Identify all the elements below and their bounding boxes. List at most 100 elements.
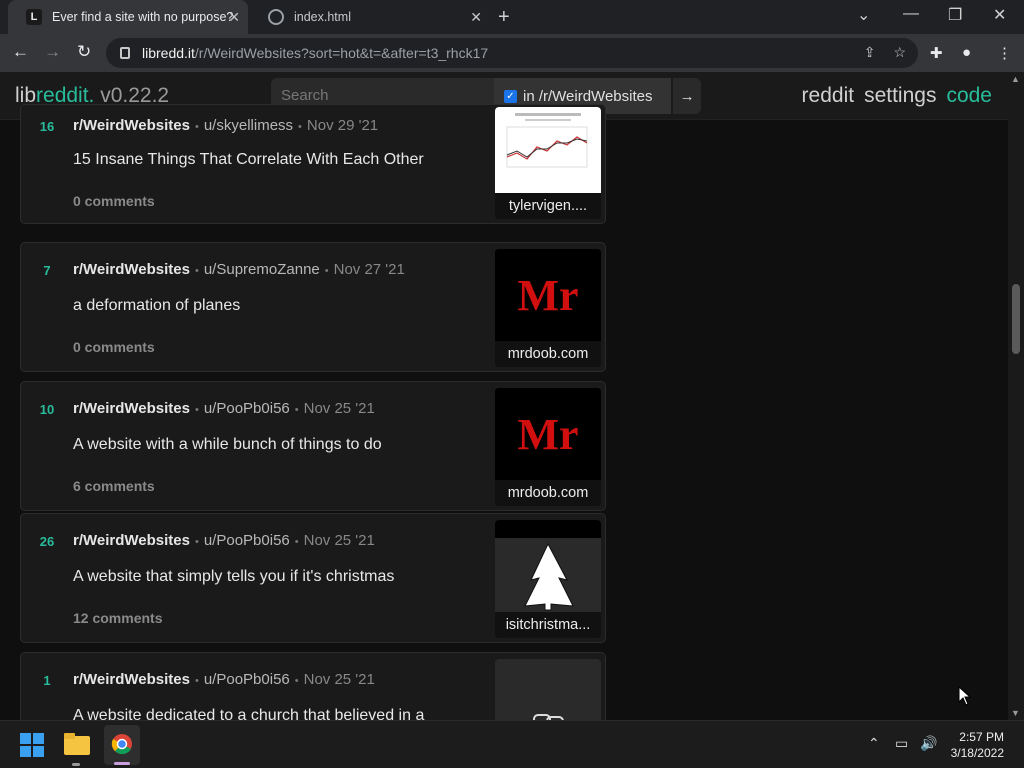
profile-icon[interactable]: ● (962, 44, 971, 61)
post-subreddit[interactable]: r/WeirdWebsites (73, 532, 190, 549)
post-comments[interactable]: 6 comments (73, 478, 155, 494)
url-domain: libredd.it (142, 45, 195, 61)
separator-dot: • (194, 536, 199, 548)
post-score: 16 (39, 119, 55, 134)
chart-thumbnail-image (495, 107, 601, 193)
new-tab-button[interactable]: + (498, 6, 510, 29)
post-subreddit[interactable]: r/WeirdWebsites (73, 671, 190, 688)
clock-time: 2:57 PM (959, 730, 1004, 744)
checkbox-checked-icon[interactable]: ✓ (503, 89, 517, 103)
separator-dot: • (194, 121, 199, 133)
thumbnail-domain: isitchristma... (495, 612, 601, 638)
separator-dot: • (294, 404, 299, 416)
mrdoob-logo-icon: Mr (495, 249, 601, 341)
close-tab-icon[interactable]: ✕ (228, 9, 240, 26)
bookmark-star-icon[interactable]: ☆ (893, 44, 906, 61)
post-thumbnail[interactable]: tylervigen.... (495, 107, 601, 219)
restore-button[interactable]: ❐ (948, 5, 962, 25)
windows-start-icon[interactable] (20, 733, 44, 757)
restrict-label: in /r/WeirdWebsites (522, 87, 653, 105)
post-score: 26 (39, 534, 55, 549)
tab-inactive[interactable]: index.html ✕ (250, 0, 490, 34)
link-icon (533, 714, 564, 720)
post-author[interactable]: u/SupremoZanne (204, 261, 320, 278)
post-card: 26 r/WeirdWebsites • u/PooPb0i56 • Nov 25 '2… (20, 513, 606, 643)
post-date: Nov 27 '21 (333, 261, 405, 278)
post-title[interactable]: 15 Insane Things That Correlate With Eac… (73, 151, 424, 169)
post-title[interactable]: A website dedicated to a church that bel… (73, 707, 424, 720)
network-icon[interactable]: ▭ (895, 735, 908, 752)
menu-icon[interactable]: ⋮ (997, 44, 1012, 62)
reddit-link[interactable]: reddit (802, 84, 855, 108)
extensions-icon[interactable]: ✚ (930, 44, 943, 62)
reload-button[interactable]: ↻ (77, 42, 91, 62)
tab-title: Ever find a site with no purpose? (52, 10, 234, 24)
thumbnail-domain: tylervigen.... (495, 193, 601, 219)
running-indicator (72, 763, 80, 766)
post-card: 1 r/WeirdWebsites • u/PooPb0i56 • Nov 25 '21… (20, 652, 606, 720)
code-link[interactable]: code (946, 84, 992, 108)
url-path: /r/WeirdWebsites?sort=hot&t=&after=t3_rh… (194, 45, 489, 61)
post-author[interactable]: u/PooPb0i56 (204, 532, 290, 549)
post-thumbnail[interactable]: isitchristma... (495, 520, 601, 638)
post-score: 10 (39, 402, 55, 417)
share-icon[interactable]: ⇪ (864, 44, 876, 61)
window-close-button[interactable]: ✕ (993, 5, 1006, 25)
post-date: Nov 25 '21 (303, 671, 375, 688)
post-author[interactable]: u/skyellimess (204, 117, 293, 134)
post-comments[interactable]: 0 comments (73, 193, 155, 209)
file-explorer-icon[interactable] (64, 733, 90, 755)
minimize-button[interactable]: — (903, 5, 919, 23)
clock-date: 3/18/2022 (950, 746, 1004, 760)
scrollbar-thumb[interactable] (1012, 284, 1020, 354)
separator-dot: • (194, 265, 199, 277)
post-thumbnail[interactable]: Mr mrdoob.com (495, 249, 601, 367)
forward-button[interactable]: → (44, 42, 61, 62)
separator-dot: • (194, 675, 199, 687)
thumbnail-domain: mrdoob.com (495, 480, 601, 506)
post-comments[interactable]: 12 comments (73, 610, 162, 626)
close-tab-icon[interactable]: ✕ (470, 9, 482, 26)
post-date: Nov 25 '21 (303, 400, 375, 417)
scroll-down-icon[interactable]: ▼ (1011, 708, 1020, 718)
system-clock[interactable]: 2:57 PM 3/18/2022 (951, 729, 1004, 761)
volume-icon[interactable]: 🔊 (920, 735, 937, 752)
post-subreddit[interactable]: r/WeirdWebsites (73, 117, 190, 134)
post-thumbnail[interactable] (495, 659, 601, 720)
post-subreddit[interactable]: r/WeirdWebsites (73, 261, 190, 278)
header-links: reddit settings code (802, 84, 992, 108)
post-title[interactable]: a deformation of planes (73, 297, 240, 315)
chrome-taskbar-button[interactable] (104, 725, 140, 765)
back-button[interactable]: ← (12, 42, 29, 62)
settings-link[interactable]: settings (864, 84, 936, 108)
post-title[interactable]: A website with a while bunch of things t… (73, 436, 382, 454)
browser-toolbar: ← → ↻ libredd.it/r/WeirdWebsites?sort=ho… (0, 34, 1024, 72)
post-thumbnail[interactable]: Mr mrdoob.com (495, 388, 601, 506)
page-scrollbar[interactable]: ▲ ▼ (1008, 72, 1024, 720)
post-date: Nov 25 '21 (303, 532, 375, 549)
post-meta: r/WeirdWebsites • u/PooPb0i56 • Nov 25 '21 (73, 400, 375, 417)
chrome-icon (111, 734, 132, 755)
active-indicator (114, 762, 130, 765)
scroll-up-icon[interactable]: ▲ (1011, 74, 1020, 84)
address-bar[interactable]: libredd.it/r/WeirdWebsites?sort=hot&t=&a… (106, 38, 918, 68)
post-card: 16 r/WeirdWebsites • u/skyellimess • Nov 29 … (20, 104, 606, 224)
libreddit-favicon-icon: L (26, 9, 42, 25)
post-comments[interactable]: 0 comments (73, 339, 155, 355)
tab-title: index.html (294, 10, 351, 24)
post-author[interactable]: u/PooPb0i56 (204, 400, 290, 417)
thumbnail-domain: mrdoob.com (495, 341, 601, 367)
post-score: 7 (43, 263, 51, 278)
tab-active[interactable]: L Ever find a site with no purpose? ✕ (8, 0, 248, 34)
lock-icon (120, 47, 130, 59)
post-title[interactable]: A website that simply tells you if it's … (73, 568, 394, 586)
post-subreddit[interactable]: r/WeirdWebsites (73, 400, 190, 417)
separator-dot: • (324, 265, 329, 277)
search-submit-button[interactable]: → (673, 78, 701, 114)
separator-dot: • (194, 404, 199, 416)
post-author[interactable]: u/PooPb0i56 (204, 671, 290, 688)
chevron-up-icon[interactable]: ⌃ (868, 735, 880, 752)
tab-search-icon[interactable]: ⌄ (857, 5, 870, 25)
post-date: Nov 29 '21 (306, 117, 379, 134)
post-meta: r/WeirdWebsites • u/skyellimess • Nov 29 '21 (73, 117, 378, 134)
